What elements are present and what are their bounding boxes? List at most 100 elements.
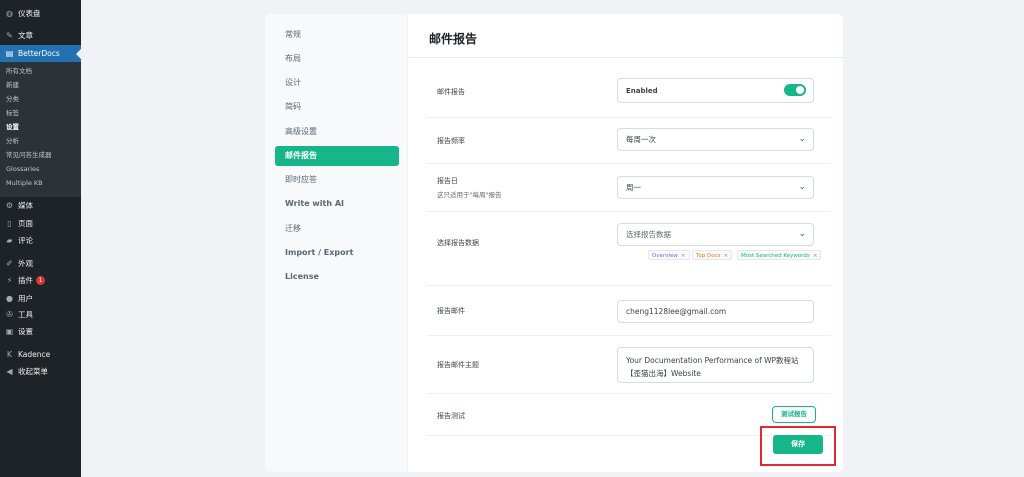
report-email-input[interactable]: cheng1128lee@gmail.com [617,300,814,323]
betterdocs-submenu: 所有文档 新建 分类 标签 设置 分析 常见问答生成器 Glossaries M… [0,62,81,197]
tag-most-searched: Most Searched Keywords × [737,250,822,260]
menu-users[interactable]: ● 用户 [0,290,81,307]
report-data-label: 选择报告数据 [437,239,479,247]
nav-layout[interactable]: 布局 [275,49,399,69]
settings-card: 常规 布局 设计 简码 高级设置 邮件报告 即时应答 Write with AI… [265,14,843,472]
row-report-subject: 报告邮件主题 Your Documentation Performance of… [427,336,831,394]
menu-appearance-label: 外观 [18,259,33,268]
menu-dashboard-label: 仪表盘 [18,9,41,18]
nav-shortcodes[interactable]: 简码 [275,97,399,117]
report-data-select[interactable]: 选择报告数据 ⌄ [617,223,814,246]
submenu-analytics[interactable]: 分析 [6,135,19,147]
wp-admin-sidebar: ◍ 仪表盘 ✎ 文章 ▤ BetterDocs 所有文档 新建 分类 标签 设置 分析… [0,0,81,477]
remove-icon[interactable]: × [813,253,818,259]
wrench-icon: ✇ [6,310,13,319]
menu-users-label: 用户 [18,294,33,303]
plugins-update-badge: 1 [36,276,45,285]
report-subject-label: 报告邮件主题 [437,361,479,369]
submenu-settings[interactable]: 设置 [6,121,19,133]
settings-content: 邮件报告 邮件报告 Enabled 报告频率 每周一次 ⌄ 报告日 这只适用于"… [409,14,843,472]
report-enable-switch[interactable] [784,84,806,96]
nav-email-report[interactable]: 邮件报告 [275,146,399,166]
comment-icon: ▰ [6,236,13,245]
remove-icon[interactable]: × [724,253,729,259]
nav-advanced[interactable]: 高级设置 [275,122,399,142]
nav-write-with-ai[interactable]: Write with AI [275,194,399,214]
report-day-select[interactable]: 周一 ⌄ [617,176,814,199]
menu-betterdocs-label: BetterDocs [18,49,60,58]
menu-pages[interactable]: ▯ 页面 [0,215,81,232]
row-report-email: 报告邮件 cheng1128lee@gmail.com [427,286,831,336]
menu-dashboard[interactable]: ◍ 仪表盘 [0,5,81,22]
tag-overview-label: Overview [652,253,678,259]
submenu-categories[interactable]: 分类 [6,93,19,105]
report-enable-value: Enabled [626,86,658,95]
settings-nav: 常规 布局 设计 简码 高级设置 邮件报告 即时应答 Write with AI… [265,14,408,472]
row-report-enable: 邮件报告 Enabled [427,58,831,118]
menu-settings[interactable]: ▣ 设置 [0,323,81,340]
menu-collapse[interactable]: ◀ 收起菜单 [0,363,81,380]
menu-betterdocs[interactable]: ▤ BetterDocs [0,45,81,62]
nav-instant-answer[interactable]: 即时应答 [275,170,399,190]
menu-plugins[interactable]: ⚡ 插件 1 [0,272,81,289]
pin-icon: ✎ [6,31,13,40]
menu-settings-label: 设置 [18,327,33,336]
report-subject-textarea[interactable]: Your Documentation Performance of WP教程站【… [617,347,814,383]
submenu-multiple-kb[interactable]: Multiple KB [6,177,43,189]
submenu-glossaries[interactable]: Glossaries [6,163,39,175]
report-data-tags: Overview × Top Docs × Most Searched Keywor… [648,250,828,262]
chevron-down-icon: ⌄ [798,134,806,144]
frequency-select[interactable]: 每周一次 ⌄ [617,128,814,151]
test-report-button[interactable]: 测试报告 [772,406,816,423]
media-icon: ⚙ [5,201,14,210]
nav-import-export[interactable]: Import / Export [275,243,399,263]
chevron-down-icon: ⌄ [798,182,806,192]
nav-design[interactable]: 设计 [275,73,399,93]
frequency-label: 报告频率 [437,137,465,145]
nav-license[interactable]: License [275,267,399,287]
nav-migration[interactable]: 迁移 [275,219,399,239]
betterdocs-icon: ▤ [5,49,14,58]
chevron-down-icon: ⌄ [798,229,806,239]
dashboard-icon: ◍ [6,9,13,18]
report-day-hint: 这只适用于"每周"报告 [437,191,502,199]
report-enable-label: 邮件报告 [437,88,465,96]
menu-pages-label: 页面 [18,219,33,228]
menu-posts[interactable]: ✎ 文章 [0,27,81,44]
menu-posts-label: 文章 [18,31,33,40]
tag-overview: Overview × [648,250,690,260]
report-test-label: 报告测试 [437,412,465,420]
brush-icon: ✐ [6,259,13,268]
submenu-new[interactable]: 新建 [6,79,19,91]
page-icon: ▯ [7,219,12,228]
remove-icon[interactable]: × [681,253,686,259]
submenu-tags[interactable]: 标签 [6,107,19,119]
menu-tools-label: 工具 [18,310,33,319]
save-button-highlight-box [760,426,836,466]
row-frequency: 报告频率 每周一次 ⌄ [427,118,831,164]
menu-media[interactable]: ⚙ 媒体 [0,197,81,214]
collapse-icon: ◀ [6,367,13,376]
menu-tools[interactable]: ✇ 工具 [0,306,81,323]
nav-general[interactable]: 常规 [275,25,399,45]
menu-kadence[interactable]: K Kadence [0,346,81,363]
menu-plugins-label: 插件 [18,276,33,285]
report-day-label: 报告日 [437,177,458,185]
report-enable-toggle-field[interactable]: Enabled [617,78,814,103]
frequency-value: 每周一次 [626,135,656,144]
report-day-value: 周一 [626,183,641,192]
settings-icon: ▣ [5,327,14,336]
menu-media-label: 媒体 [18,201,33,210]
menu-comments[interactable]: ▰ 评论 [0,232,81,249]
row-report-data: 选择报告数据 选择报告数据 ⌄ Overview × Top Docs × Most… [427,212,831,286]
report-email-value: cheng1128lee@gmail.com [626,307,727,316]
submenu-all-docs[interactable]: 所有文档 [6,65,32,77]
plugin-icon: ⚡ [6,276,13,285]
menu-appearance[interactable]: ✐ 外观 [0,255,81,272]
tag-top-docs: Top Docs × [692,250,733,260]
submenu-faq-builder[interactable]: 常见问答生成器 [6,149,52,161]
row-report-day: 报告日 这只适用于"每周"报告 周一 ⌄ [427,164,831,212]
tag-most-searched-label: Most Searched Keywords [741,253,810,259]
report-email-label: 报告邮件 [437,307,465,315]
kadence-icon: K [6,350,13,359]
